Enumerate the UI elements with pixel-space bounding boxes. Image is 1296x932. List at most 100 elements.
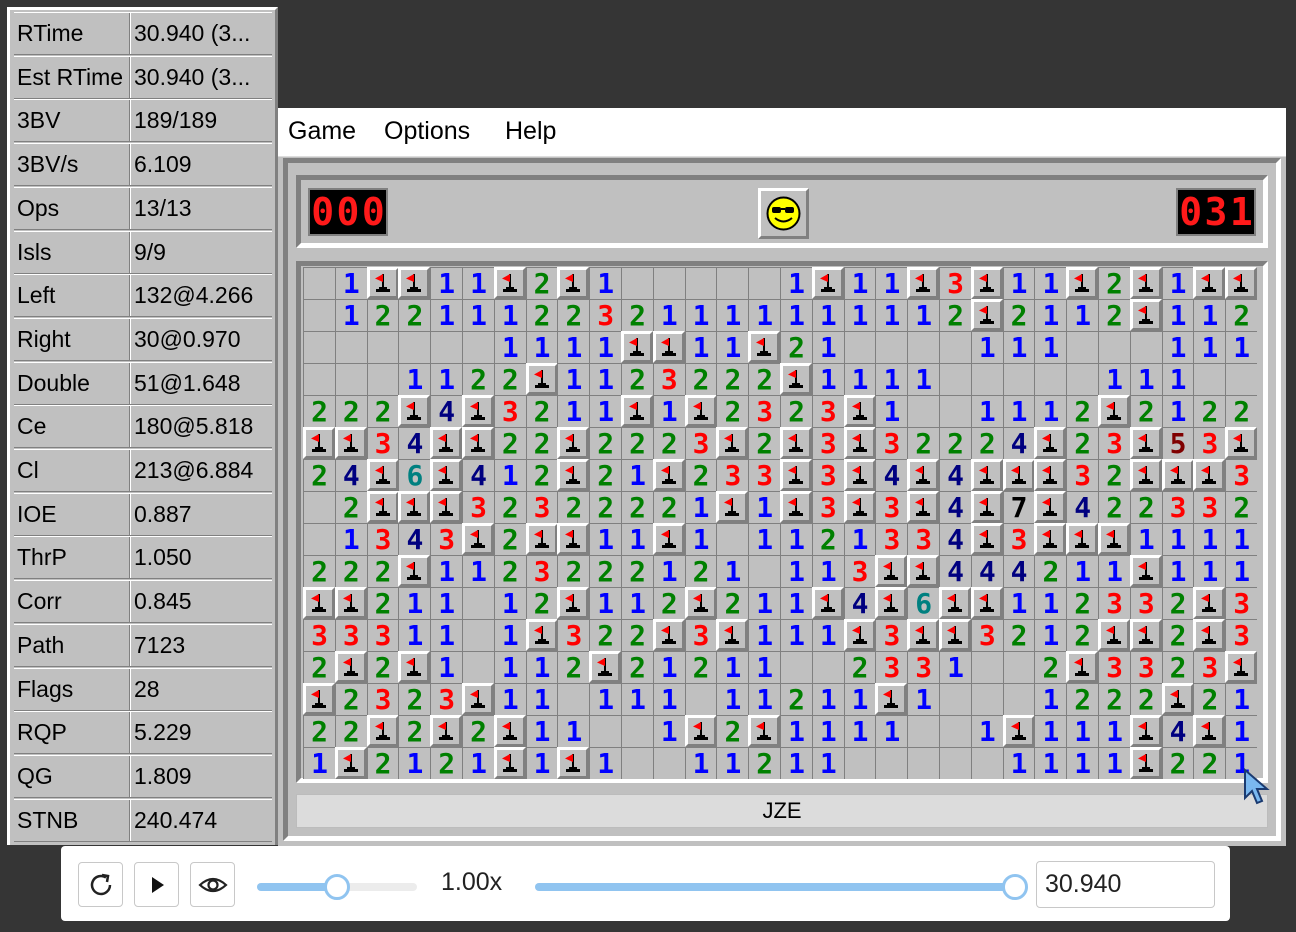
flagged-cell[interactable] [525, 619, 558, 651]
flagged-cell[interactable] [1066, 267, 1099, 299]
flagged-cell[interactable] [303, 427, 335, 459]
empty-cell[interactable] [843, 331, 876, 363]
empty-cell[interactable] [970, 363, 1003, 395]
flagged-cell[interactable] [1193, 267, 1226, 299]
number-cell[interactable]: 3 [939, 267, 971, 299]
number-cell[interactable]: 1 [748, 491, 781, 523]
flagged-cell[interactable] [1129, 555, 1162, 587]
number-cell[interactable]: 3 [1066, 459, 1099, 491]
flagged-cell[interactable] [1129, 715, 1162, 747]
number-cell[interactable]: 7 [1002, 491, 1035, 523]
number-cell[interactable]: 1 [1002, 331, 1035, 363]
number-cell[interactable]: 2 [684, 459, 717, 491]
number-cell[interactable]: 2 [334, 395, 367, 427]
number-cell[interactable]: 4 [1161, 715, 1194, 747]
flagged-cell[interactable] [652, 459, 685, 491]
number-cell[interactable]: 1 [780, 267, 812, 299]
flagged-cell[interactable] [780, 363, 812, 395]
flagged-cell[interactable] [1129, 267, 1162, 299]
number-cell[interactable]: 3 [684, 427, 717, 459]
number-cell[interactable]: 2 [1129, 491, 1162, 523]
empty-cell[interactable] [970, 683, 1003, 715]
number-cell[interactable]: 1 [589, 747, 622, 779]
number-cell[interactable]: 1 [652, 715, 685, 747]
number-cell[interactable]: 2 [303, 459, 335, 491]
empty-cell[interactable] [652, 267, 685, 299]
flagged-cell[interactable] [843, 619, 876, 651]
number-cell[interactable]: 2 [589, 491, 622, 523]
number-cell[interactable]: 2 [652, 427, 685, 459]
empty-cell[interactable] [334, 363, 367, 395]
number-cell[interactable]: 1 [334, 523, 367, 555]
number-cell[interactable]: 2 [366, 395, 399, 427]
flagged-cell[interactable] [780, 491, 812, 523]
flagged-cell[interactable] [843, 427, 876, 459]
number-cell[interactable]: 1 [1193, 299, 1226, 331]
number-cell[interactable]: 1 [1034, 299, 1067, 331]
number-cell[interactable]: 3 [1225, 459, 1258, 491]
flagged-cell[interactable] [366, 459, 399, 491]
number-cell[interactable]: 1 [748, 651, 781, 683]
number-cell[interactable]: 1 [303, 747, 335, 779]
number-cell[interactable]: 1 [1193, 523, 1226, 555]
smiley-button[interactable] [758, 188, 809, 239]
number-cell[interactable]: 2 [557, 299, 590, 331]
number-cell[interactable]: 2 [748, 363, 781, 395]
flagged-cell[interactable] [334, 587, 367, 619]
empty-cell[interactable] [621, 267, 653, 299]
number-cell[interactable]: 2 [621, 651, 653, 683]
flagged-cell[interactable] [716, 427, 749, 459]
empty-cell[interactable] [939, 683, 971, 715]
number-cell[interactable]: 1 [652, 395, 685, 427]
number-cell[interactable]: 1 [334, 267, 367, 299]
number-cell[interactable]: 1 [1066, 555, 1099, 587]
number-cell[interactable]: 3 [811, 491, 844, 523]
empty-cell[interactable] [1129, 331, 1162, 363]
number-cell[interactable]: 4 [939, 523, 971, 555]
number-cell[interactable]: 2 [621, 619, 653, 651]
number-cell[interactable]: 2 [1066, 427, 1099, 459]
number-cell[interactable]: 1 [1225, 715, 1258, 747]
number-cell[interactable]: 2 [303, 555, 335, 587]
number-cell[interactable]: 1 [1034, 395, 1067, 427]
flagged-cell[interactable] [652, 331, 685, 363]
flagged-cell[interactable] [716, 619, 749, 651]
number-cell[interactable]: 3 [366, 523, 399, 555]
time-input[interactable]: 30.940 [1036, 861, 1215, 908]
number-cell[interactable]: 2 [1225, 299, 1258, 331]
number-cell[interactable]: 2 [366, 555, 399, 587]
number-cell[interactable]: 4 [939, 491, 971, 523]
number-cell[interactable]: 1 [748, 299, 781, 331]
number-cell[interactable]: 3 [875, 619, 908, 651]
number-cell[interactable]: 3 [493, 395, 526, 427]
flagged-cell[interactable] [557, 523, 590, 555]
number-cell[interactable]: 2 [716, 363, 749, 395]
number-cell[interactable]: 1 [589, 587, 622, 619]
flagged-cell[interactable] [1034, 491, 1067, 523]
number-cell[interactable]: 2 [780, 395, 812, 427]
number-cell[interactable]: 3 [366, 427, 399, 459]
flagged-cell[interactable] [1129, 299, 1162, 331]
number-cell[interactable]: 3 [1193, 491, 1226, 523]
number-cell[interactable]: 1 [1034, 683, 1067, 715]
number-cell[interactable]: 1 [716, 299, 749, 331]
flagged-cell[interactable] [398, 651, 431, 683]
number-cell[interactable]: 1 [1225, 331, 1258, 363]
flagged-cell[interactable] [684, 587, 717, 619]
number-cell[interactable]: 1 [430, 363, 463, 395]
number-cell[interactable]: 1 [1034, 331, 1067, 363]
flagged-cell[interactable] [843, 395, 876, 427]
number-cell[interactable]: 3 [748, 459, 781, 491]
empty-cell[interactable] [366, 363, 399, 395]
number-cell[interactable]: 3 [1193, 651, 1226, 683]
number-cell[interactable]: 4 [398, 427, 431, 459]
flagged-cell[interactable] [907, 459, 940, 491]
empty-cell[interactable] [621, 747, 653, 779]
number-cell[interactable]: 1 [1225, 683, 1258, 715]
empty-cell[interactable] [334, 331, 367, 363]
flagged-cell[interactable] [1098, 619, 1130, 651]
number-cell[interactable]: 2 [1193, 747, 1226, 779]
flagged-cell[interactable] [398, 491, 431, 523]
number-cell[interactable]: 3 [1161, 491, 1194, 523]
number-cell[interactable]: 4 [1066, 491, 1099, 523]
